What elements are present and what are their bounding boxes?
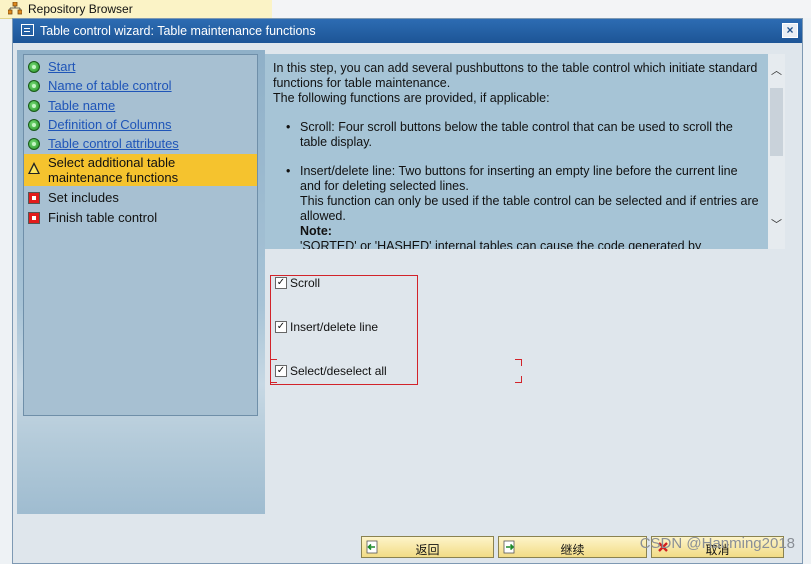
green-status-icon	[28, 80, 40, 92]
insert-delete-checkbox[interactable]: ✓	[275, 321, 287, 333]
step-label[interactable]: Definition of Columns	[48, 117, 172, 132]
green-status-icon	[28, 119, 40, 131]
description-scrollbar[interactable]: ︿ ﹀	[768, 54, 785, 249]
step-table-name[interactable]: Table name	[24, 98, 257, 114]
bullet-text: Scroll: Four scroll buttons below the ta…	[300, 120, 733, 149]
intro-text: In this step, you can add several pushbu…	[273, 61, 763, 106]
watermark-text: CSDN @Hanming2018	[639, 535, 795, 552]
green-status-icon	[28, 100, 40, 112]
scroll-up-icon[interactable]: ︿	[771, 66, 782, 77]
focus-corner	[515, 376, 522, 383]
dialog-title-bar[interactable]: Table control wizard: Table maintenance …	[13, 19, 802, 43]
step-finish-table-control[interactable]: Finish table control	[24, 210, 257, 226]
hierarchy-icon	[8, 2, 22, 15]
bullet-text: This function can only be used if the ta…	[300, 194, 759, 223]
bullet-text: Insert/delete line: Two buttons for inse…	[300, 164, 738, 193]
step-label[interactable]: Start	[48, 59, 75, 74]
step-label[interactable]: Name of table control	[48, 78, 172, 93]
intro-paragraph: In this step, you can add several pushbu…	[273, 61, 758, 90]
warning-icon	[28, 162, 40, 174]
continue-label: 继续	[560, 543, 585, 557]
option-select-deselect-all[interactable]: ✓ Select/deselect all	[275, 364, 415, 380]
focus-corner	[270, 376, 277, 383]
bullet-dot: •	[286, 164, 291, 178]
note-text: 'SORTED' or 'HASHED' internal tables can…	[300, 239, 702, 249]
focus-corner	[270, 359, 277, 366]
back-button[interactable]: 返回	[361, 536, 494, 558]
green-status-icon	[28, 61, 40, 73]
step-label[interactable]: Table control attributes	[48, 136, 179, 151]
red-status-icon	[28, 212, 40, 224]
step-description-panel: In this step, you can add several pushbu…	[265, 54, 768, 249]
dialog-title: Table control wizard: Table maintenance …	[40, 24, 316, 38]
step-label[interactable]: Table name	[48, 98, 115, 113]
note-label: Note:	[300, 224, 332, 238]
scroll-thumb[interactable]	[770, 88, 783, 156]
background-app-bar: Repository Browser	[0, 0, 811, 19]
red-status-icon	[28, 192, 40, 204]
option-insert-delete-line[interactable]: ✓ Insert/delete line	[275, 320, 415, 336]
scroll-down-icon[interactable]: ﹀	[771, 220, 782, 231]
window-icon	[21, 24, 34, 36]
step-definition-of-columns[interactable]: Definition of Columns	[24, 117, 257, 133]
step-name-of-table-control[interactable]: Name of table control	[24, 78, 257, 94]
continue-button[interactable]: 继续	[498, 536, 647, 558]
step-label: Finish table control	[48, 210, 158, 225]
wizard-step-list: Start Name of table control Table name D…	[23, 54, 258, 416]
option-scroll[interactable]: ✓ Scroll	[275, 276, 415, 292]
step-label: Select additional table maintenance func…	[48, 155, 179, 185]
repository-browser-tab[interactable]: Repository Browser	[0, 0, 272, 19]
option-label: Select/deselect all	[290, 364, 387, 378]
scroll-checkbox[interactable]: ✓	[275, 277, 287, 289]
option-label: Scroll	[290, 276, 321, 290]
green-status-icon	[28, 138, 40, 150]
bullet-scroll: • Scroll: Four scroll buttons below the …	[286, 120, 760, 150]
back-label: 返回	[415, 543, 440, 557]
focus-corner	[515, 359, 522, 366]
step-table-control-attributes[interactable]: Table control attributes	[24, 136, 257, 152]
table-control-wizard-dialog: Table control wizard: Table maintenance …	[12, 18, 803, 564]
close-button[interactable]: ×	[782, 23, 798, 38]
step-set-includes[interactable]: Set includes	[24, 190, 257, 206]
step-start[interactable]: Start	[24, 59, 257, 75]
option-label: Insert/delete line	[290, 320, 379, 334]
step-label: Set includes	[48, 190, 119, 205]
step-select-additional-functions[interactable]: Select additional table maintenance func…	[24, 154, 257, 186]
bullet-dot: •	[286, 120, 291, 134]
intro-paragraph: The following functions are provided, if…	[273, 91, 550, 105]
repository-browser-label: Repository Browser	[28, 2, 133, 16]
bullet-insert-delete: • Insert/delete line: Two buttons for in…	[286, 164, 760, 249]
